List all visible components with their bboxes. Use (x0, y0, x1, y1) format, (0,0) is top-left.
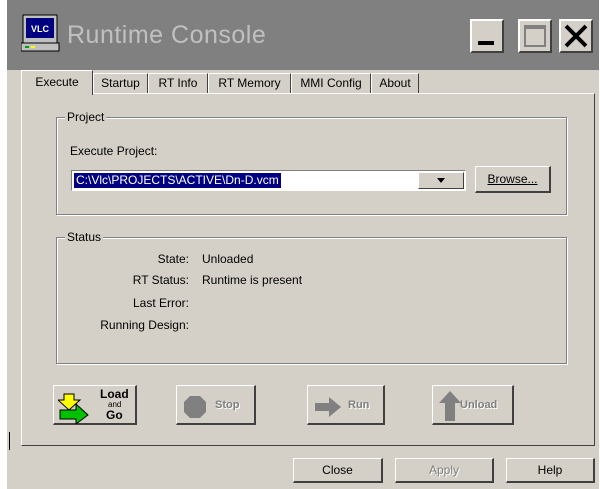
maximize-button[interactable] (518, 19, 552, 53)
stop-label: Stop (215, 399, 240, 411)
window-title: Runtime Console (67, 21, 267, 49)
project-path-value: C:\Vlc\PROJECTS\ACTIVE\Dn-D.vcm (74, 173, 281, 188)
last-error-label: Last Error: (132, 296, 189, 310)
apply-button[interactable]: Apply (395, 458, 494, 483)
tab-startup-label: Startup (101, 76, 140, 90)
tab-execute-label: Execute (35, 75, 79, 89)
state-label: State: (157, 252, 189, 266)
help-button-label: Help (537, 463, 563, 477)
minimize-button[interactable] (470, 19, 504, 53)
apply-button-label: Apply (428, 463, 460, 477)
load-and-go-icon (58, 393, 89, 424)
tab-startup[interactable]: Startup (93, 73, 148, 93)
minimize-icon (478, 41, 494, 45)
maximize-icon (524, 25, 546, 47)
load-and-go-button[interactable]: Load and Go (53, 385, 137, 425)
state-value: Unloaded (202, 252, 254, 266)
stop-button[interactable]: Stop (176, 385, 256, 425)
status-group-label: Status (65, 230, 104, 244)
run-button[interactable]: Run (307, 385, 385, 425)
project-path-combobox[interactable]: C:\Vlc\PROJECTS\ACTIVE\Dn-D.vcm (71, 170, 466, 191)
tab-rt-info[interactable]: RT Info (148, 73, 208, 93)
tab-rt-info-label: RT Info (158, 76, 198, 90)
text-cursor (9, 432, 10, 450)
rt-status-value: Runtime is present (202, 273, 303, 287)
vlc-app-icon: VLC (21, 14, 60, 52)
tab-rt-memory-label: RT Memory (218, 76, 281, 90)
help-button[interactable]: Help (506, 458, 595, 483)
browse-button[interactable]: Browse... (475, 166, 551, 193)
running-design-label: Running Design: (100, 318, 189, 332)
tab-mmi-config-label: MMI Config (300, 76, 362, 90)
runtime-console-window: VLC Runtime Console Execute Startup RT I… (7, 0, 599, 489)
svg-text:VLC: VLC (31, 24, 50, 34)
rt-status-label: RT Status: (132, 273, 189, 287)
close-window-button[interactable] (559, 19, 593, 53)
close-icon (564, 24, 588, 48)
tab-about[interactable]: About (371, 73, 419, 93)
execute-project-label: Execute Project: (70, 144, 158, 158)
unload-button[interactable]: Unload (432, 385, 514, 425)
combobox-dropdown-button[interactable] (418, 172, 464, 189)
tab-execute[interactable]: Execute (21, 70, 93, 95)
unload-label: Unload (460, 399, 498, 411)
run-arrow-icon (315, 397, 341, 417)
tab-mmi-config[interactable]: MMI Config (291, 73, 371, 93)
chevron-down-icon (437, 178, 445, 183)
title-bar[interactable]: VLC Runtime Console (7, 0, 599, 70)
close-button[interactable]: Close (293, 458, 383, 483)
stop-icon (184, 396, 206, 418)
go-label: Go (106, 408, 123, 422)
browse-button-label: Browse... (487, 172, 538, 186)
tab-rt-memory[interactable]: RT Memory (208, 73, 291, 93)
run-label: Run (348, 399, 370, 411)
close-button-label: Close (322, 463, 353, 477)
tab-about-label: About (379, 76, 411, 90)
load-label: Load (100, 387, 129, 401)
project-group-label: Project (65, 110, 107, 124)
